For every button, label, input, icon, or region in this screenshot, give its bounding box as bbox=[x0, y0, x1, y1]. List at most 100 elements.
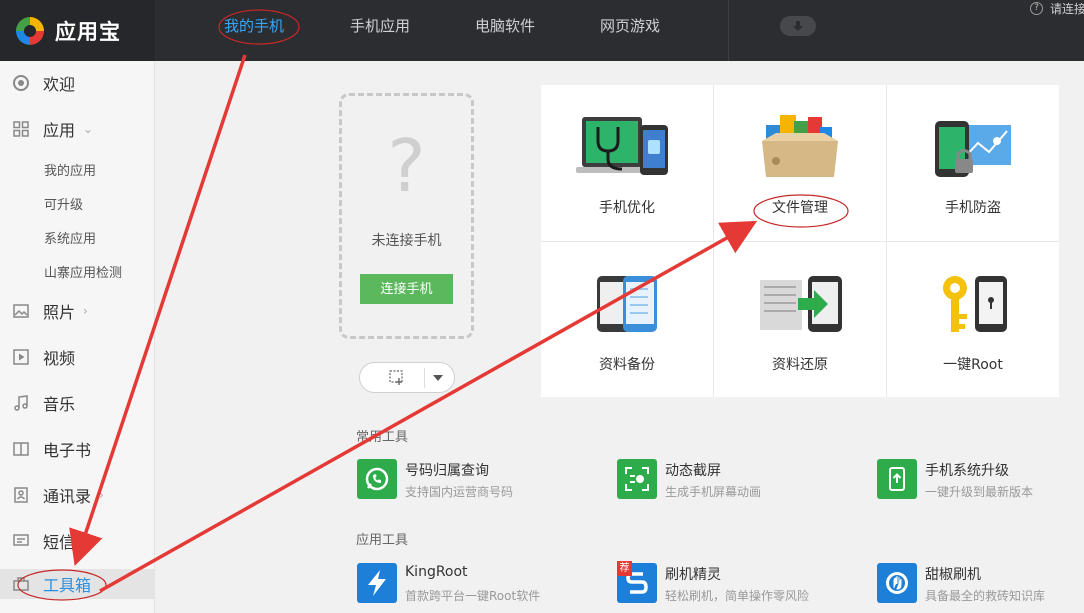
tool-description: 具备最全的救砖知识库 bbox=[925, 589, 1046, 603]
download-button[interactable] bbox=[780, 16, 816, 36]
sidebar-item-label: 短信 bbox=[43, 533, 76, 552]
chevron-down-icon: ⌄ bbox=[83, 122, 94, 136]
sidebar-item-label: 欢迎 bbox=[43, 75, 76, 94]
sidebar-subitem-fake-app-check[interactable]: 山寨应用检测 bbox=[44, 262, 122, 281]
question-mark-icon: ? bbox=[387, 124, 426, 208]
connect-phone-card: ? 未连接手机 连接手机 bbox=[339, 93, 474, 339]
kingroot-icon bbox=[357, 563, 397, 603]
feature-label: 资料备份 bbox=[599, 357, 655, 373]
help-icon[interactable]: ? bbox=[1030, 1, 1043, 15]
sidebar-item-label: 工具箱 bbox=[43, 576, 92, 595]
sidebar-item-toolbox[interactable]: 工具箱 bbox=[0, 569, 154, 599]
photo-icon bbox=[12, 302, 30, 320]
feature-label: 资料还原 bbox=[772, 357, 828, 373]
nav-divider bbox=[728, 0, 729, 61]
sidebar-item-music[interactable]: 音乐 bbox=[0, 388, 154, 418]
tool-name: 刷机精灵 bbox=[665, 567, 721, 583]
tab-pc-software[interactable]: 电脑软件 bbox=[475, 0, 535, 52]
sidebar-item-contacts[interactable]: 通讯录 › bbox=[0, 480, 154, 510]
feature-grid: 手机优化 文件管理 手机防盗 资料备份 资料还原 一键Root bbox=[541, 85, 1059, 397]
tool-name: 号码归属查询 bbox=[405, 463, 489, 479]
feature-label: 手机防盗 bbox=[945, 200, 1001, 216]
tool-description: 一键升级到最新版本 bbox=[925, 485, 1034, 499]
feature-label: 文件管理 bbox=[772, 200, 828, 216]
recommended-badge: 荐 bbox=[617, 561, 632, 576]
tianjiao-flash-icon bbox=[877, 563, 917, 603]
anti-theft-icon bbox=[935, 121, 1011, 177]
sidebar: 欢迎 应用 ⌄ 我的应用 可升级 系统应用 山寨应用检测 照片 › 视频 音乐 … bbox=[0, 61, 155, 613]
sidebar-item-label: 通讯录 bbox=[43, 487, 92, 506]
divider bbox=[424, 368, 425, 388]
tool-name: KingRoot bbox=[405, 564, 468, 580]
sidebar-item-video[interactable]: 视频 bbox=[0, 342, 154, 372]
feature-one-key-root[interactable]: 一键Root bbox=[887, 242, 1059, 397]
app-logo-icon bbox=[14, 15, 46, 47]
feature-data-restore[interactable]: 资料还原 bbox=[714, 242, 886, 397]
dynamic-screenshot-icon bbox=[617, 459, 657, 499]
feature-phone-optimize[interactable]: 手机优化 bbox=[541, 85, 713, 240]
phone-optimize-icon bbox=[576, 117, 668, 175]
toolbox-icon bbox=[12, 575, 30, 593]
tool-name: 甜椒刷机 bbox=[925, 567, 981, 583]
app-name: 应用宝 bbox=[55, 19, 121, 44]
logo[interactable]: 应用宝 bbox=[0, 0, 155, 61]
tab-my-phone[interactable]: 我的手机 bbox=[224, 0, 284, 52]
tab-phone-apps[interactable]: 手机应用 bbox=[350, 0, 410, 52]
welcome-icon bbox=[12, 74, 30, 92]
sms-icon bbox=[12, 532, 30, 550]
video-icon bbox=[12, 348, 30, 366]
tab-web-games[interactable]: 网页游戏 bbox=[600, 0, 660, 52]
section-title-app-tools: 应用工具 bbox=[356, 533, 409, 548]
feature-label: 手机优化 bbox=[599, 200, 655, 216]
sidebar-item-label: 应用 bbox=[43, 121, 76, 140]
tool-name: 动态截屏 bbox=[665, 463, 721, 479]
screenshot-dropdown-button[interactable] bbox=[359, 362, 455, 393]
feature-file-manager[interactable]: 文件管理 bbox=[714, 85, 886, 240]
tool-description: 首款跨平台一键Root软件 bbox=[405, 589, 541, 603]
data-restore-icon bbox=[760, 276, 842, 332]
chevron-right-icon: › bbox=[99, 488, 104, 502]
sidebar-item-label: 照片 bbox=[43, 303, 76, 322]
caret-down-icon[interactable] bbox=[433, 375, 443, 381]
tool-description: 支持国内运营商号码 bbox=[405, 485, 514, 499]
tool-phone-lookup[interactable]: 号码归属查询 支持国内运营商号码 bbox=[357, 459, 577, 501]
sidebar-item-sms[interactable]: 短信 bbox=[0, 526, 154, 556]
tool-system-upgrade[interactable]: 手机系统升级 一键升级到最新版本 bbox=[877, 459, 1067, 501]
system-upgrade-icon bbox=[877, 459, 917, 499]
connect-phone-button[interactable]: 连接手机 bbox=[360, 274, 453, 304]
apps-grid-icon bbox=[12, 120, 30, 138]
sidebar-item-label: 视频 bbox=[43, 349, 76, 368]
music-icon bbox=[12, 394, 30, 412]
tool-description: 轻松刷机，简单操作零风险 bbox=[665, 589, 810, 603]
tool-dynamic-screenshot[interactable]: 动态截屏 生成手机屏幕动画 bbox=[617, 459, 837, 501]
feature-anti-theft[interactable]: 手机防盗 bbox=[887, 85, 1059, 240]
sidebar-item-label: 电子书 bbox=[43, 441, 92, 460]
sidebar-item-ebook[interactable]: 电子书 bbox=[0, 434, 154, 464]
connection-status: 未连接手机 bbox=[371, 233, 442, 249]
sidebar-item-label: 音乐 bbox=[43, 395, 76, 414]
tool-description: 生成手机屏幕动画 bbox=[665, 485, 762, 499]
phone-lookup-icon bbox=[357, 459, 397, 499]
sidebar-subitem-upgradable[interactable]: 可升级 bbox=[44, 194, 83, 213]
download-icon bbox=[793, 21, 803, 31]
sidebar-item-photos[interactable]: 照片 › bbox=[0, 296, 154, 326]
sidebar-subitem-system-apps[interactable]: 系统应用 bbox=[44, 228, 96, 247]
sidebar-item-welcome[interactable]: 欢迎 bbox=[0, 68, 154, 98]
help-area[interactable]: ? 请连接 bbox=[1030, 0, 1084, 16]
feature-data-backup[interactable]: 资料备份 bbox=[541, 242, 713, 397]
one-key-root-icon bbox=[943, 276, 1007, 332]
tool-name: 手机系统升级 bbox=[925, 463, 1009, 479]
chevron-right-icon: › bbox=[83, 304, 88, 318]
sidebar-item-apps[interactable]: 应用 ⌄ bbox=[0, 114, 154, 144]
screenshot-icon bbox=[389, 370, 403, 385]
tool-kingroot[interactable]: KingRoot 首款跨平台一键Root软件 bbox=[357, 563, 577, 605]
top-bar: 应用宝 我的手机 手机应用 电脑软件 网页游戏 ? 请连接 bbox=[0, 0, 1084, 61]
file-manager-icon bbox=[762, 115, 838, 177]
tool-flash-wizard[interactable]: 荐 刷机精灵 轻松刷机，简单操作零风险 bbox=[617, 561, 837, 605]
section-title-common-tools: 常用工具 bbox=[356, 430, 409, 445]
connect-hint: 请连接 bbox=[1050, 1, 1084, 16]
sidebar-subitem-my-apps[interactable]: 我的应用 bbox=[44, 160, 96, 179]
data-backup-icon bbox=[597, 276, 657, 332]
tool-tianjiao-flash[interactable]: 甜椒刷机 具备最全的救砖知识库 bbox=[877, 563, 1067, 605]
feature-label: 一键Root bbox=[943, 357, 1003, 373]
